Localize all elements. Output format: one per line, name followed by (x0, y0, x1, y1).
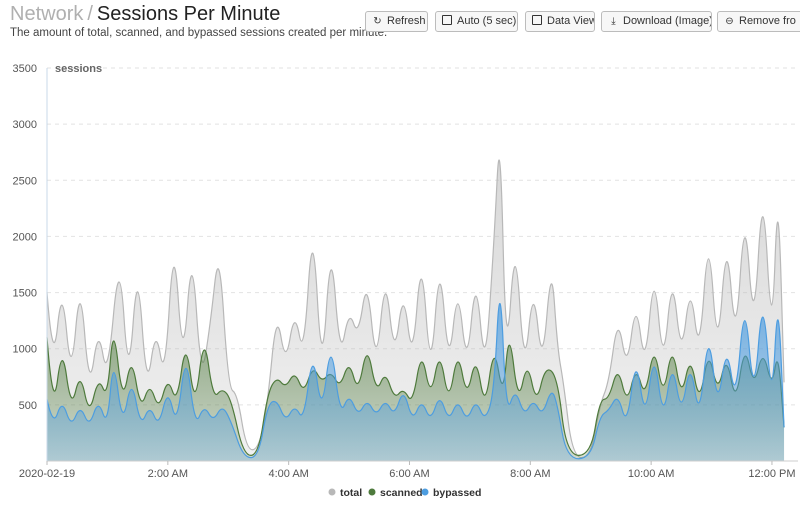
y-tick-label: 3500 (13, 63, 37, 75)
y-tick-label: 1500 (13, 288, 37, 300)
download-label: Download (Image) (623, 15, 712, 27)
page-title-text: Sessions Per Minute (96, 3, 281, 25)
report-toolbar: ↻ Refresh Auto (5 sec) Data View ⤓ Downloa… (365, 11, 800, 32)
x-tick-label: 10:00 AM (628, 468, 674, 480)
page-header: Network / Sessions Per Minute The amount o… (0, 0, 800, 50)
page-title: Network / Sessions Per Minute (10, 3, 280, 26)
page-subtitle: The amount of total, scanned, and bypass… (10, 27, 388, 39)
download-image-button[interactable]: ⤓ Download (Image) (601, 11, 712, 32)
y-axis-label: sessions (55, 63, 102, 75)
x-tick-label: 2020-02-19 (19, 468, 75, 480)
minus-circle-icon: ⊖ (725, 16, 734, 27)
legend-label-bypassed[interactable]: bypassed (433, 487, 481, 499)
y-tick-label: 2000 (13, 231, 37, 243)
checkbox-icon (442, 15, 452, 25)
y-tick-label: 2500 (13, 175, 37, 187)
x-tick-label: 2:00 AM (148, 468, 188, 480)
x-tick-label: 6:00 AM (389, 468, 429, 480)
y-tick-label: 500 (19, 400, 37, 412)
x-tick-label: 4:00 AM (268, 468, 308, 480)
y-tick-label: 1000 (13, 344, 37, 356)
x-tick-label: 8:00 AM (510, 468, 550, 480)
remove-label: Remove fro (739, 15, 796, 27)
auto-refresh-toggle[interactable]: Auto (5 sec) (435, 11, 518, 32)
x-tick-label: 12:00 PM (748, 468, 795, 480)
y-tick-label: 3000 (13, 119, 37, 131)
legend-swatch-scanned[interactable] (368, 488, 376, 496)
refresh-label: Refresh (387, 15, 426, 27)
checkbox-icon (532, 15, 542, 25)
refresh-button[interactable]: ↻ Refresh (365, 11, 428, 32)
legend-swatch-bypassed[interactable] (421, 488, 429, 496)
legend-swatch-total[interactable] (328, 488, 336, 496)
data-view-label: Data View (547, 15, 595, 27)
refresh-icon: ↻ (373, 16, 382, 27)
breadcrumb-network[interactable]: Network (10, 3, 83, 25)
legend-label-total[interactable]: total (340, 487, 362, 499)
sessions-chart: 500 1000 1500 2000 2500 3000 3500 sessions 2020-… (13, 63, 798, 499)
remove-button[interactable]: ⊖ Remove fro (717, 11, 800, 32)
data-view-toggle[interactable]: Data View (525, 11, 595, 32)
breadcrumb-separator: / (87, 3, 93, 25)
legend-label-scanned[interactable]: scanned (380, 487, 423, 499)
download-icon: ⤓ (611, 16, 616, 27)
auto-refresh-label: Auto (5 sec) (457, 15, 517, 27)
